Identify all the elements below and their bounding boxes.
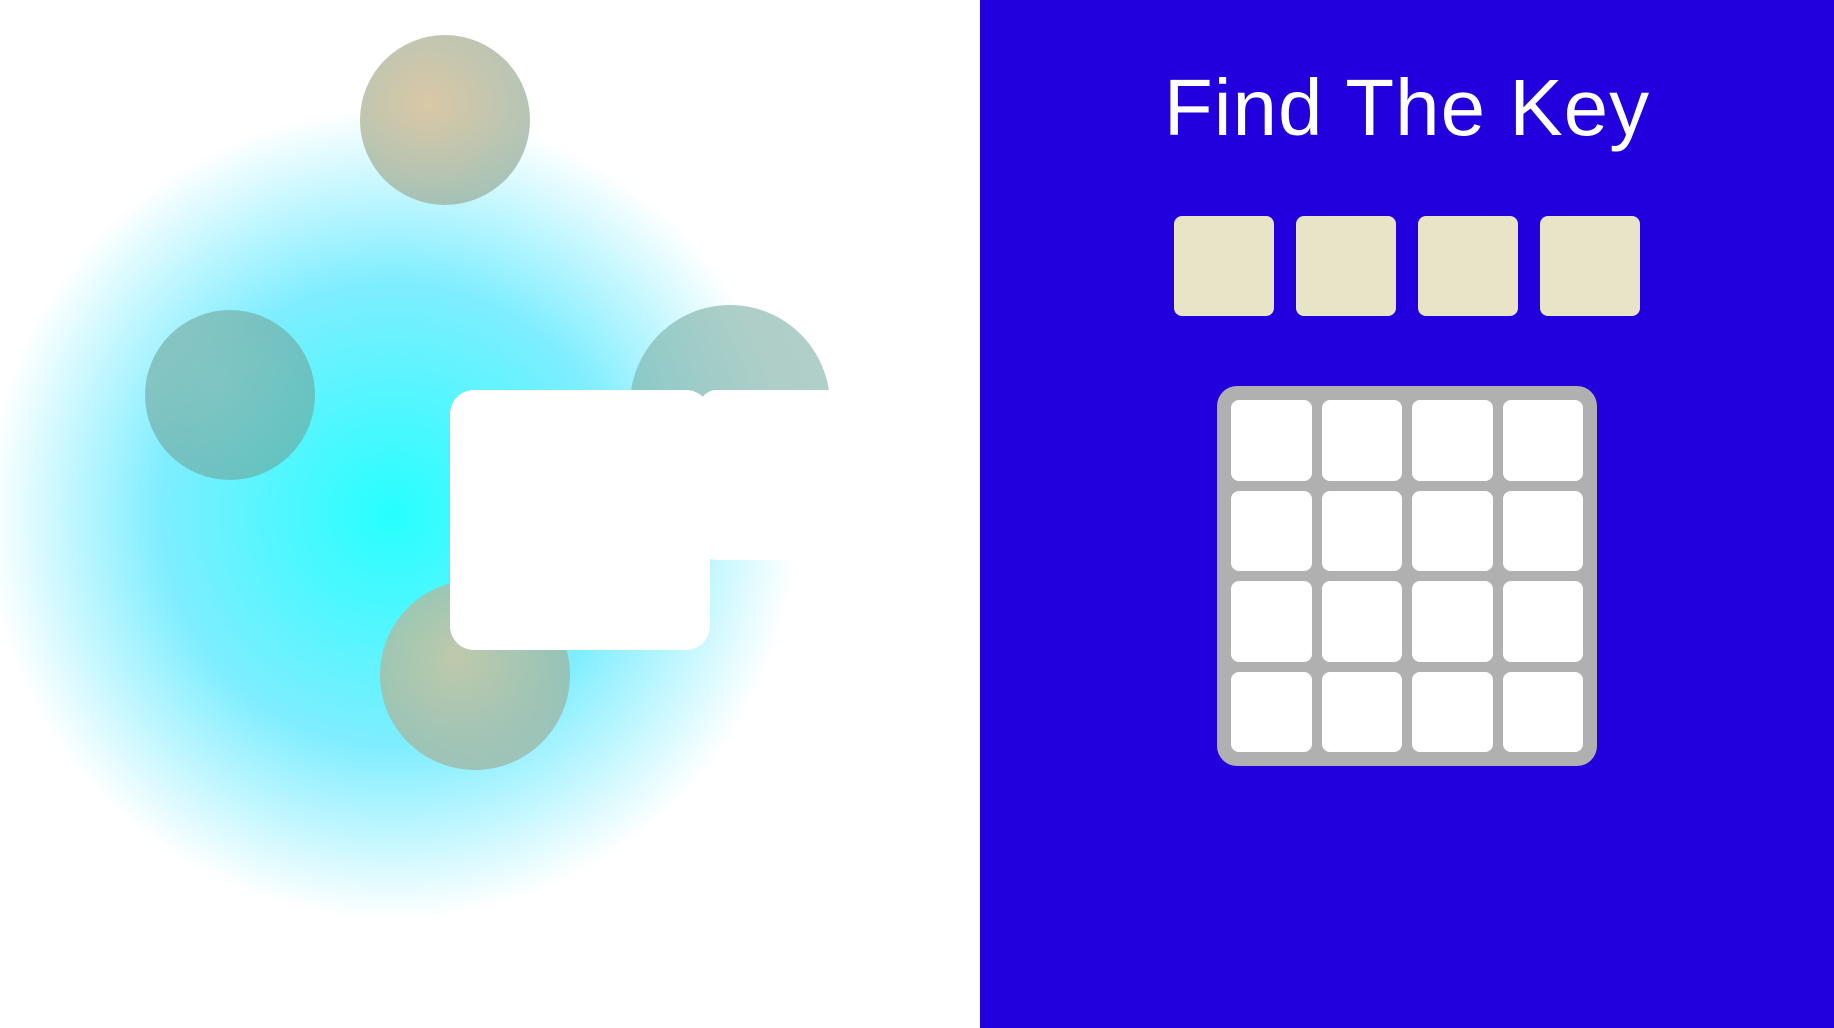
grid-cell-0-2[interactable] (1412, 400, 1493, 481)
game-title: Find The Key (1164, 60, 1650, 156)
game-grid (1217, 386, 1597, 766)
key-slots-row (1174, 216, 1640, 316)
grid-cell-2-1[interactable] (1322, 581, 1403, 662)
grid-cell-2-2[interactable] (1412, 581, 1493, 662)
right-panel: Find The Key (980, 0, 1834, 1028)
circle-top (360, 35, 530, 205)
grid-cell-3-1[interactable] (1322, 672, 1403, 753)
grid-cell-1-1[interactable] (1322, 491, 1403, 572)
key-slot-4[interactable] (1540, 216, 1640, 316)
grid-cell-2-3[interactable] (1503, 581, 1584, 662)
key-slot-3[interactable] (1418, 216, 1518, 316)
white-rect-small (700, 390, 890, 560)
key-slot-1[interactable] (1174, 216, 1274, 316)
grid-cell-1-2[interactable] (1412, 491, 1493, 572)
grid-cell-3-3[interactable] (1503, 672, 1584, 753)
grid-cell-1-3[interactable] (1503, 491, 1584, 572)
key-slot-2[interactable] (1296, 216, 1396, 316)
grid-cell-1-0[interactable] (1231, 491, 1312, 572)
grid-cell-0-3[interactable] (1503, 400, 1584, 481)
grid-cell-3-2[interactable] (1412, 672, 1493, 753)
grid-cell-3-0[interactable] (1231, 672, 1312, 753)
grid-cell-0-1[interactable] (1322, 400, 1403, 481)
white-rect-large (450, 390, 710, 650)
grid-cell-2-0[interactable] (1231, 581, 1312, 662)
app-layout: Find The Key (0, 0, 1834, 1028)
grid-cell-0-0[interactable] (1231, 400, 1312, 481)
left-panel (0, 0, 980, 1028)
circle-left (145, 310, 315, 480)
